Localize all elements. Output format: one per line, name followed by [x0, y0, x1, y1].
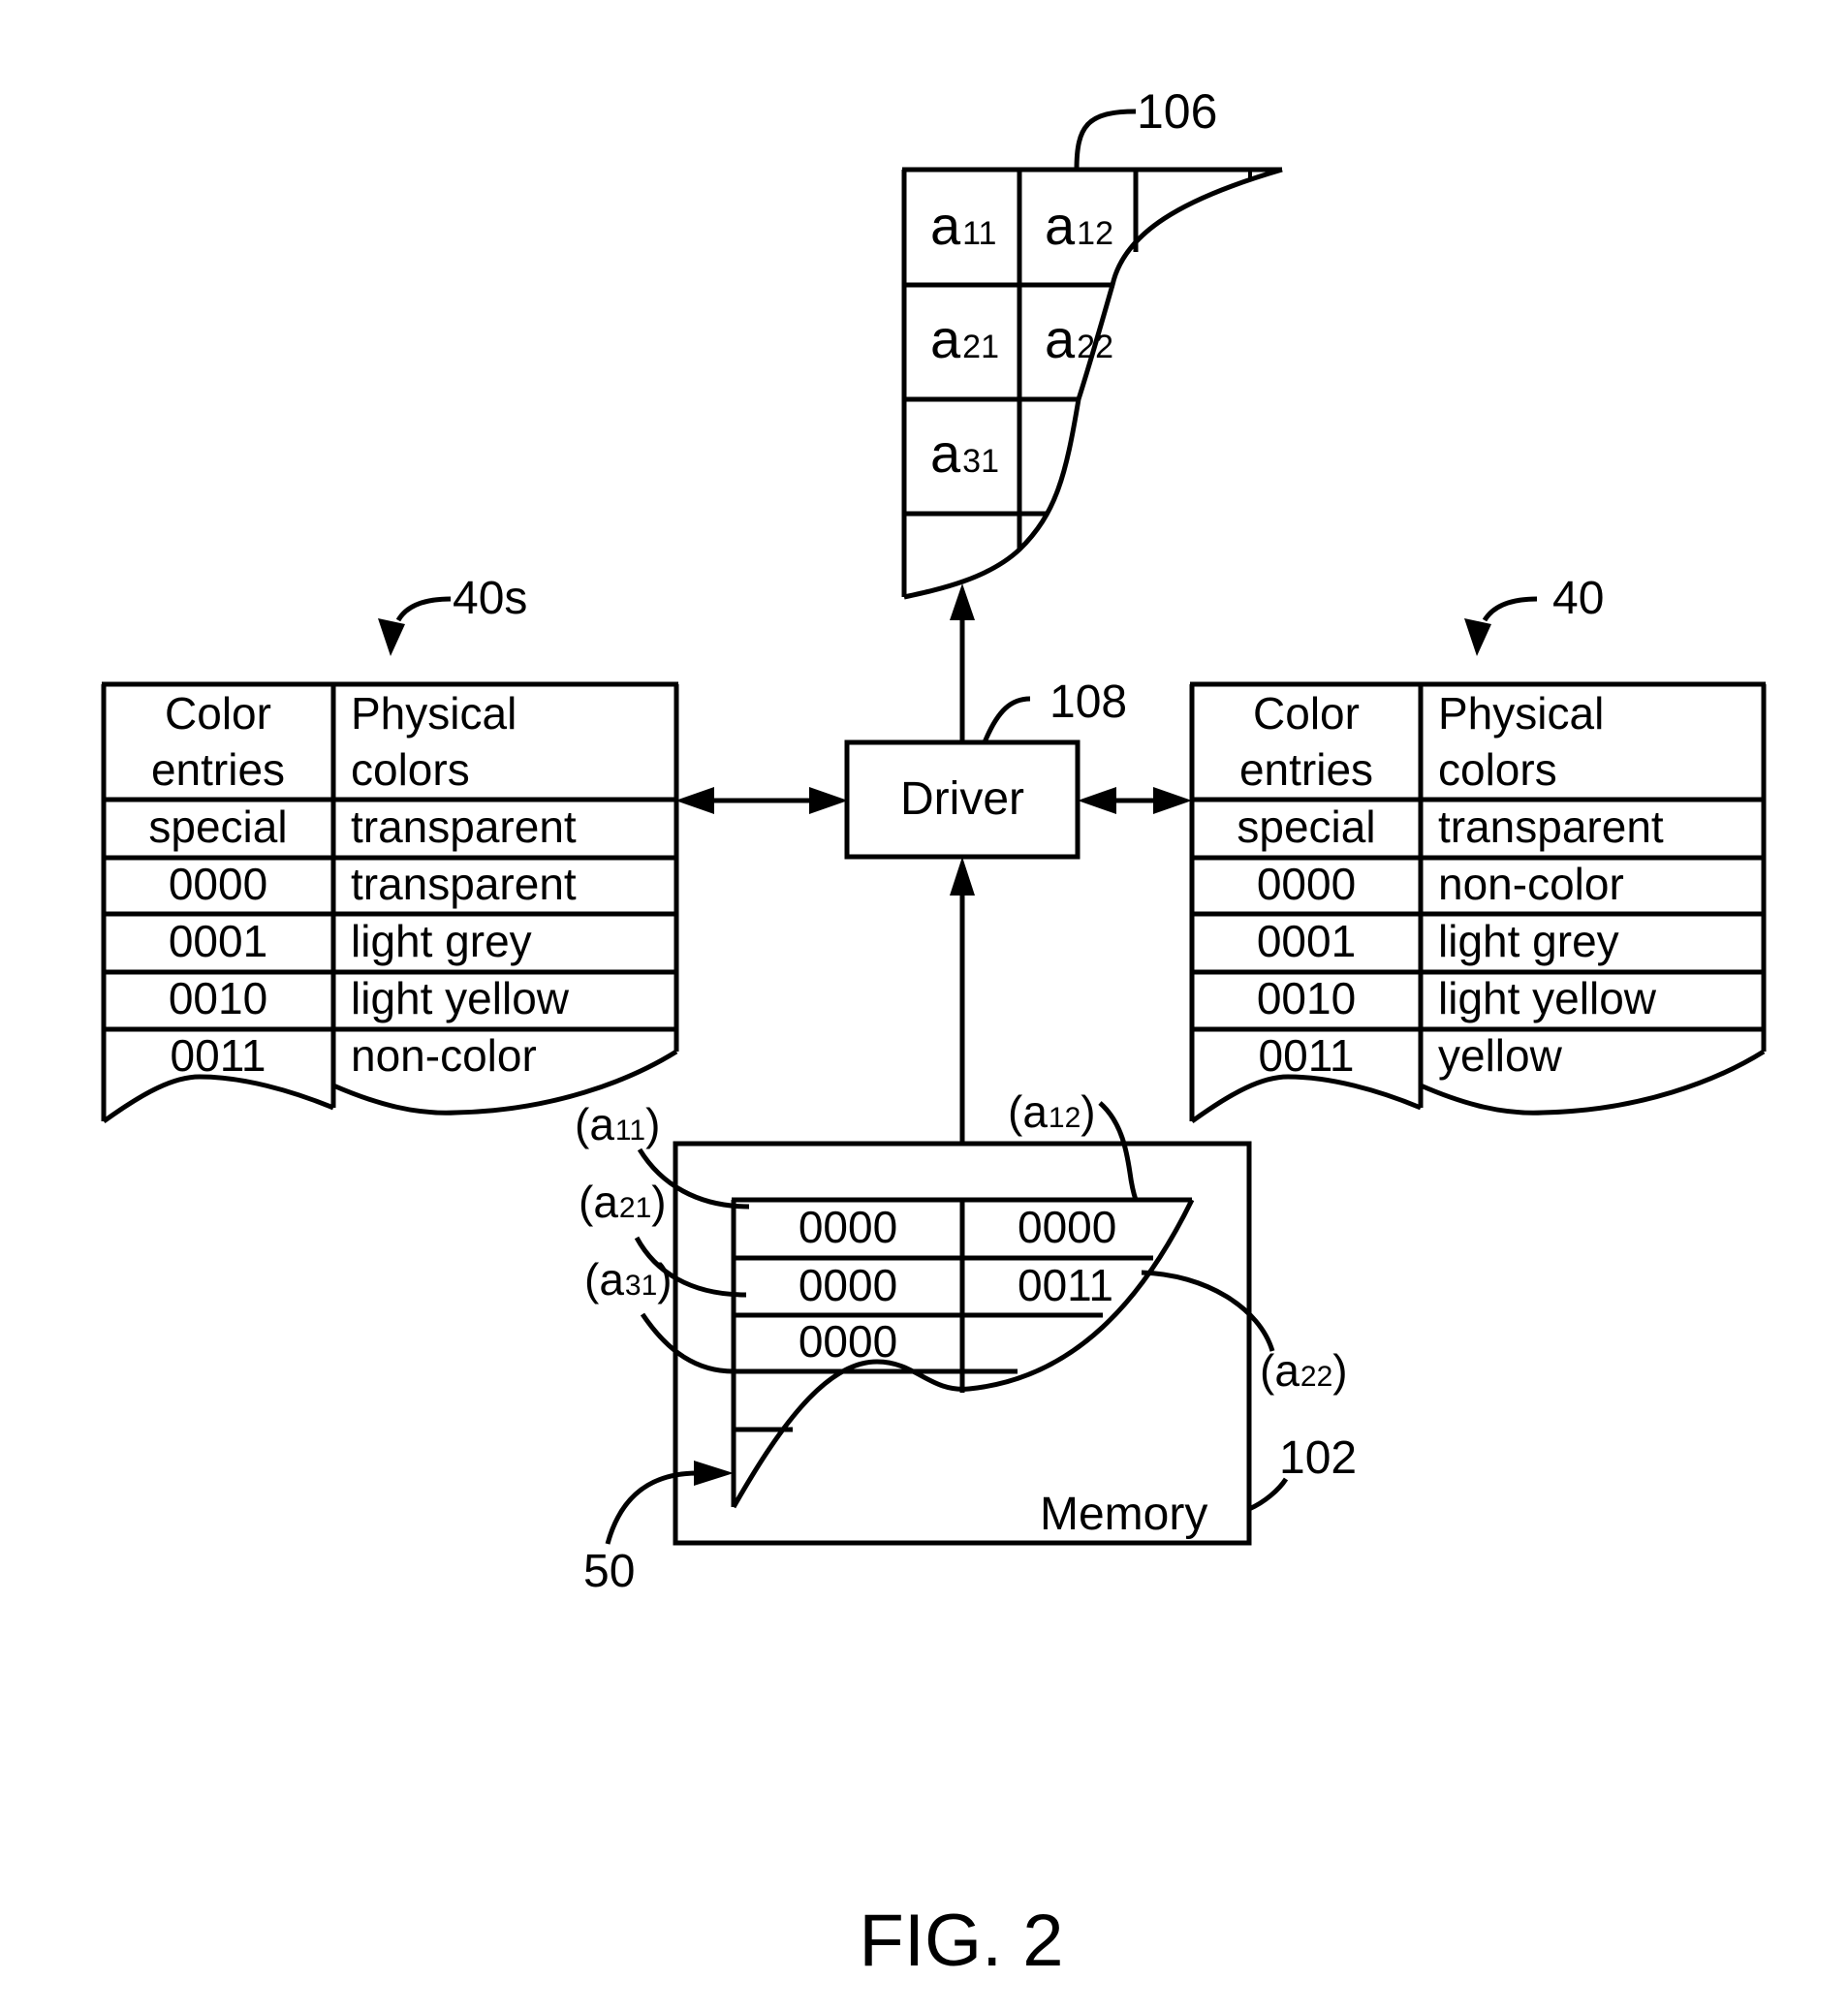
ref-106-leader [1074, 109, 1137, 171]
table-cell-color: light grey [351, 916, 532, 966]
driver-block: Driver 108 [675, 583, 1192, 1144]
table-header-physical-colors: colors [1438, 744, 1557, 795]
table-cell-color: transparent [351, 802, 577, 852]
table-cell-color: light grey [1438, 916, 1619, 966]
bitmap-label-a11: (a11) [575, 1099, 660, 1149]
arrowhead-down-icon [378, 618, 405, 656]
arrowhead-right-icon [1153, 787, 1192, 814]
bitmap-cell: 0000 [799, 1260, 897, 1310]
table-cell-color: transparent [1438, 802, 1664, 852]
ref-102-label: 102 [1279, 1432, 1357, 1484]
ref-40-label: 40 [1552, 573, 1604, 624]
table-header-color-entries: Color [1253, 688, 1360, 739]
table-cell-entry: 0011 [1259, 1030, 1355, 1081]
table-header-physical-colors: Physical [351, 688, 517, 739]
table-cell-color: non-color [1438, 859, 1624, 909]
color-table-40s: Color entries Physical colors special tr… [101, 573, 679, 1124]
table-header-physical-colors: Physical [1438, 688, 1604, 739]
table-cell-color: transparent [351, 859, 577, 909]
table-cell-color: light yellow [1438, 973, 1657, 1023]
display-cell-a21: a21 [930, 308, 999, 369]
table-cell-entry: 0000 [1257, 859, 1356, 909]
table-header-color-entries: Color [165, 688, 271, 739]
table-cell-entry: 0011 [171, 1030, 266, 1081]
arrowhead-right-icon [694, 1461, 734, 1486]
ref-40-leader [1482, 596, 1538, 622]
display-cell-a31: a31 [930, 423, 999, 484]
ref-108-leader [982, 696, 1031, 743]
label-a31-leader [640, 1312, 735, 1374]
table-header-physical-colors: colors [351, 744, 470, 795]
ref-106-label: 106 [1137, 84, 1217, 139]
driver-label: Driver [900, 773, 1024, 825]
table-cell-color: non-color [351, 1030, 537, 1081]
arrowhead-left-icon [675, 787, 714, 814]
display-cell-a12: a12 [1045, 195, 1113, 256]
bitmap-cell: 0000 [1018, 1202, 1116, 1252]
memory-label: Memory [1040, 1489, 1207, 1540]
table-cell-entry: special [1237, 802, 1375, 852]
table-header-color-entries: entries [1239, 744, 1373, 795]
table-cell-entry: special [148, 802, 287, 852]
table-cell-color: yellow [1438, 1030, 1563, 1081]
bitmap-cell: 0011 [1018, 1260, 1113, 1310]
ref-40s-label: 40s [453, 573, 527, 624]
label-a12-leader [1098, 1101, 1139, 1201]
bitmap-label-a21: (a21) [579, 1177, 667, 1227]
table-cell-entry: 0000 [169, 859, 267, 909]
table-cell-entry: 0001 [1257, 916, 1356, 966]
figure-caption: FIG. 2 [859, 1900, 1063, 1982]
display-grid: a11 a12 a21 a22 a31 106 [901, 84, 1283, 600]
table-cell-entry: 0010 [1257, 973, 1356, 1023]
bitmap-label-a22: (a22) [1260, 1345, 1348, 1396]
bitmap-cell: 0000 [799, 1316, 897, 1367]
bitmap-cell: 0000 [799, 1202, 897, 1252]
arrowhead-down-icon [1464, 618, 1491, 656]
ref-50-label: 50 [583, 1546, 635, 1597]
arrowhead-right-icon [809, 787, 848, 814]
table-cell-color: light yellow [351, 973, 570, 1023]
bitmap-label-a12: (a12) [1008, 1086, 1096, 1137]
bitmap-label-a31: (a31) [584, 1254, 673, 1305]
ref-40s-leader [395, 596, 452, 622]
arrowhead-up-icon [950, 583, 975, 620]
table-cell-entry: 0010 [169, 973, 267, 1023]
patent-figure: a11 a12 a21 a22 a31 106 Driver 108 Color… [101, 84, 1767, 1982]
label-a22-leader [1141, 1270, 1275, 1352]
table-torn-edge [102, 1074, 334, 1124]
color-table-40: Color entries Physical colors special tr… [1189, 573, 1767, 1124]
table-torn-edge [1190, 1074, 1422, 1124]
ref-108-label: 108 [1049, 676, 1127, 728]
display-cell-a11: a11 [930, 195, 996, 256]
ref-50-leader [605, 1470, 699, 1545]
memory-block: 0000 0000 0000 0011 0000 (a11) (a21) (a3… [575, 1086, 1357, 1597]
table-header-color-entries: entries [151, 744, 285, 795]
table-cell-entry: 0001 [169, 916, 267, 966]
arrowhead-left-icon [1078, 787, 1116, 814]
arrowhead-up-icon [950, 857, 975, 896]
